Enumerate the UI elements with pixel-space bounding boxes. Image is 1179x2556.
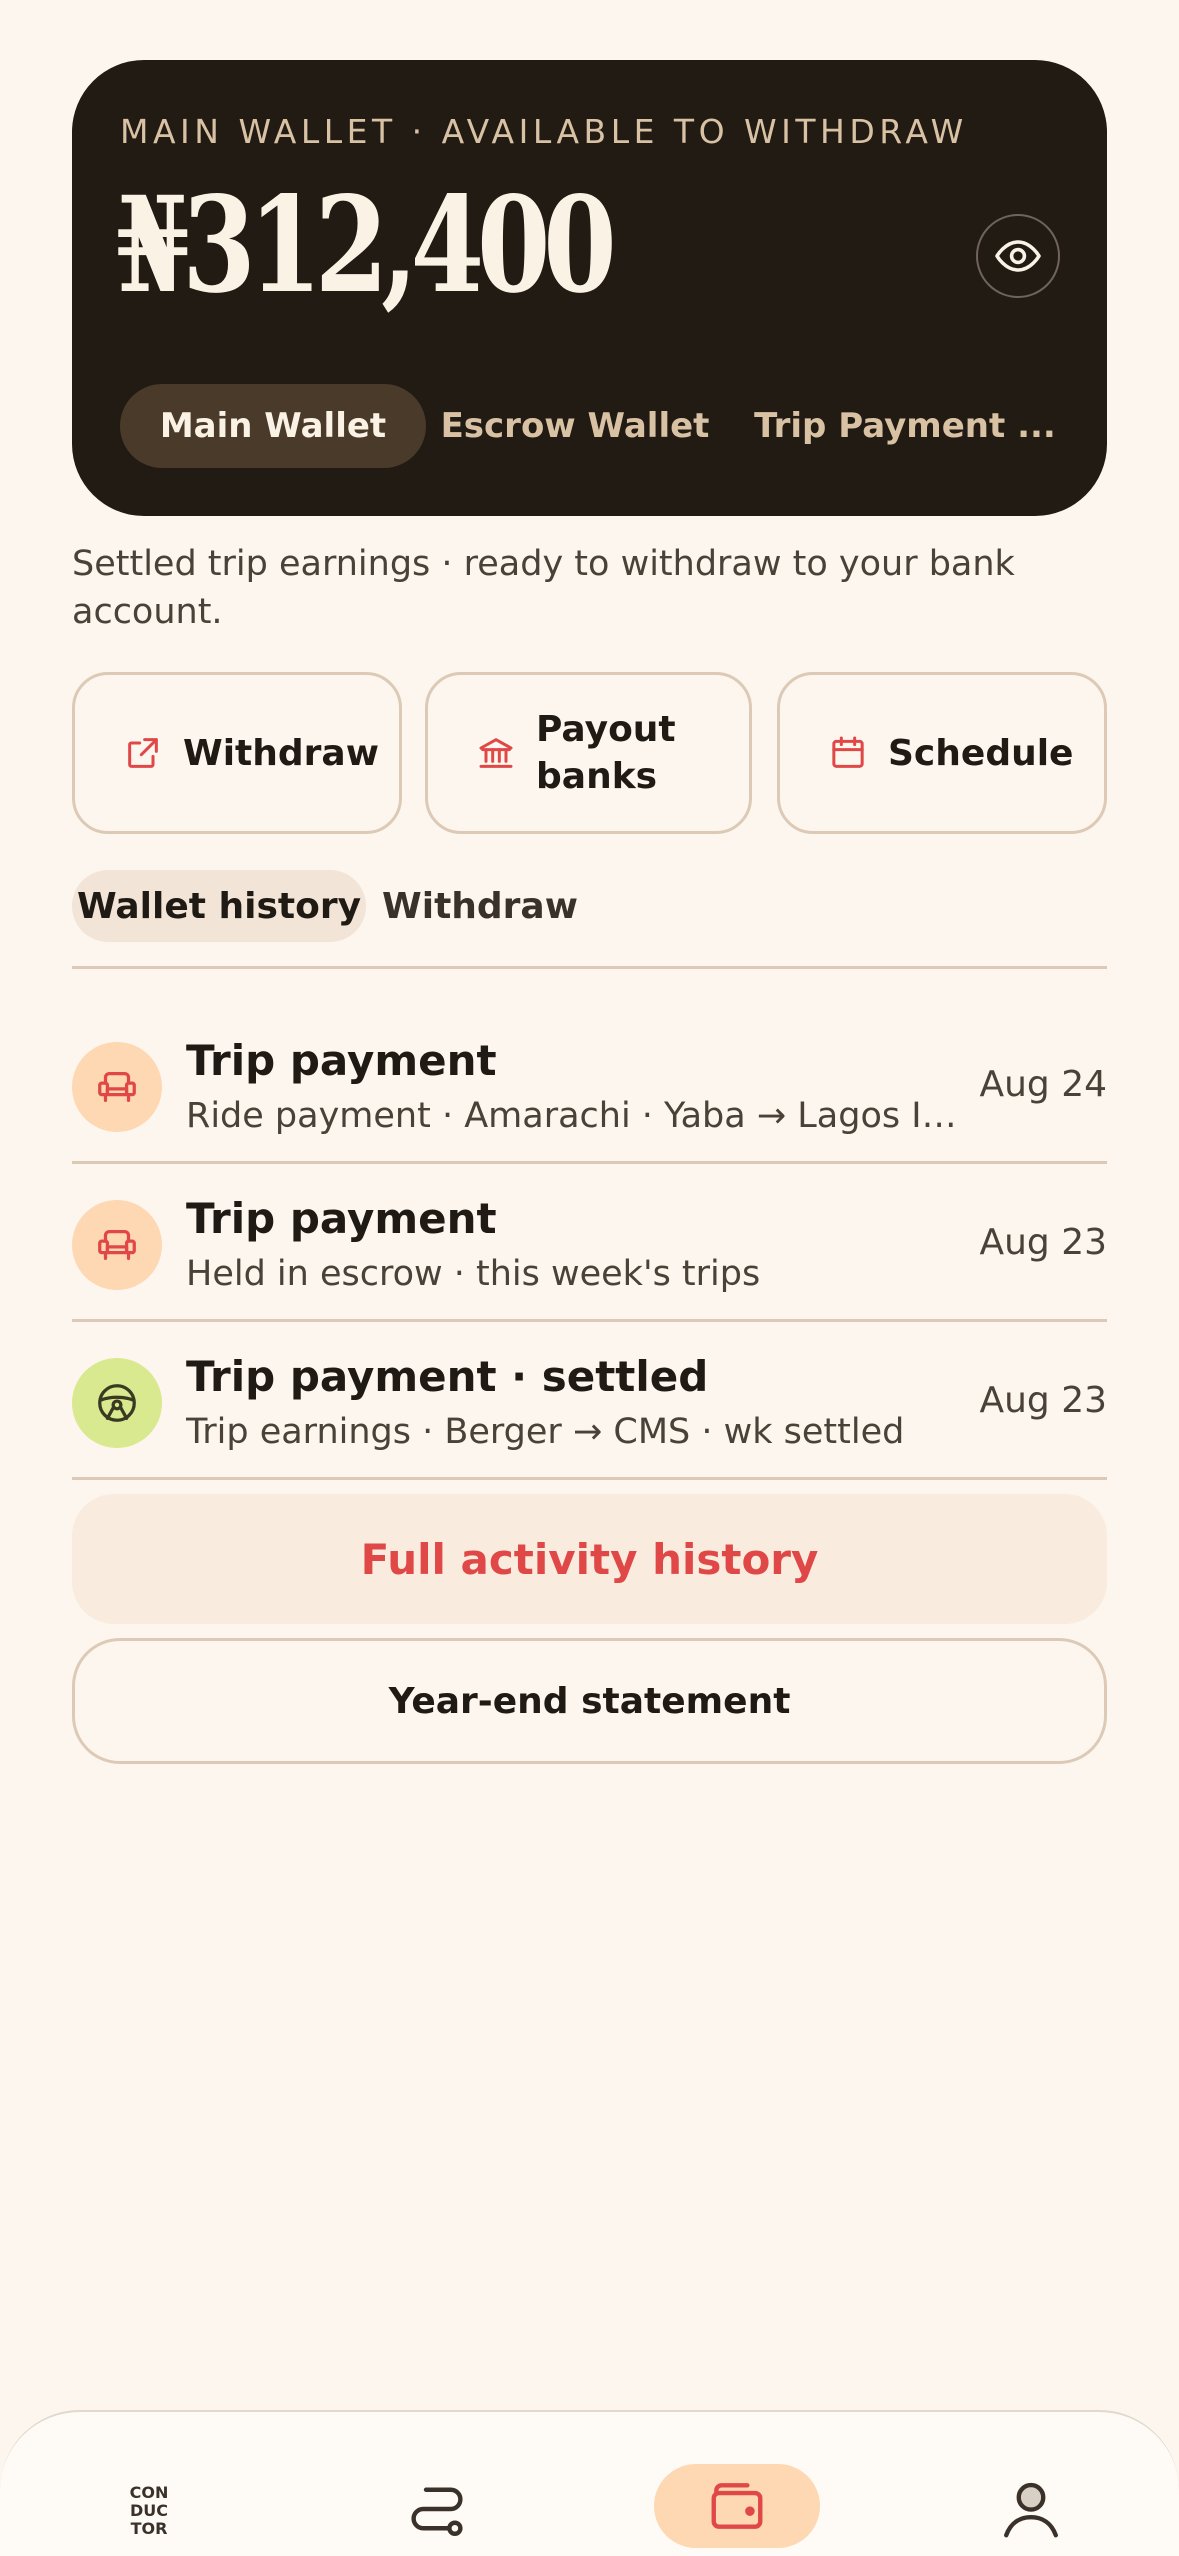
year-end-statement-button[interactable]: Year-end statement [72,1638,1107,1764]
transaction-title: Trip payment [186,1036,497,1085]
logo-text-line: TOR [131,2519,168,2538]
schedule-button[interactable]: Schedule [777,672,1107,834]
route-icon [411,2487,463,2536]
transaction-row[interactable]: Trip payment · settled Trip earnings · B… [72,1322,1107,1480]
transaction-avatar [72,1358,162,1448]
toggle-balance-button[interactable] [976,214,1060,298]
wallet-card: MAIN WALLET · AVAILABLE TO WITHDRAW ₦312… [72,60,1107,516]
full-activity-history-button[interactable]: Full activity history [72,1494,1107,1624]
payout-banks-button[interactable]: Payout banks [425,672,752,834]
bank-icon [479,738,513,768]
schedule-label: Schedule [888,732,1074,774]
transaction-avatar [72,1200,162,1290]
transaction-date: Aug 24 [979,1064,1107,1105]
history-divider [72,966,1107,969]
nav-wallet[interactable] [654,2464,820,2548]
steering-wheel-icon [98,1384,136,1422]
transaction-row[interactable]: Trip payment Held in escrow · this week'… [72,1164,1107,1322]
tab-withdraw[interactable]: Withdraw [380,870,580,942]
tab-main-wallet[interactable]: Main Wallet [120,384,426,468]
tab-wallet-history[interactable]: Wallet history [72,870,366,942]
nav-routes[interactable] [392,2464,482,2554]
transaction-date: Aug 23 [979,1380,1107,1421]
withdraw-label: Withdraw [183,732,379,774]
bottom-nav: CON DUC TOR [0,2410,1179,2556]
wallet-balance: ₦312,400 [116,168,617,323]
external-link-icon [128,738,158,768]
transaction-row[interactable]: Trip payment Ride payment · Amarachi · Y… [72,1006,1107,1164]
transaction-title: Trip payment · settled [186,1352,709,1401]
transaction-description: Trip earnings · Berger → CMS · wk settle… [186,1412,905,1452]
nav-home[interactable]: CON DUC TOR [104,2464,194,2554]
calendar-icon [832,736,864,768]
transaction-date: Aug 23 [979,1222,1107,1263]
nav-profile[interactable] [986,2464,1076,2554]
wallet-icon [711,2483,763,2529]
transaction-avatar [72,1042,162,1132]
transaction-title: Trip payment [186,1194,497,1243]
tab-trip-payment[interactable]: Trip Payment ... [730,384,1080,468]
withdraw-button[interactable]: Withdraw [72,672,402,834]
transaction-description: Ride payment · Amarachi · Yaba → Lagos I… [186,1096,966,1136]
transaction-description: Held in escrow · this week's trips [186,1254,761,1294]
logo-text-line: CON [130,2483,169,2502]
logo-text-line: DUC [130,2501,168,2520]
wallet-tabs: Main Wallet Escrow Wallet Trip Payment .… [120,384,1080,468]
wallet-eyebrow: MAIN WALLET · AVAILABLE TO WITHDRAW [120,112,968,151]
logo-icon: CON DUC TOR [130,2483,169,2538]
profile-icon [1004,2482,1058,2538]
seat-icon [98,1229,136,1261]
payout-banks-label: Payout banks [536,709,676,797]
wallet-description: Settled trip earnings · ready to withdra… [72,544,1015,632]
seat-icon [98,1071,136,1103]
tab-escrow-wallet[interactable]: Escrow Wallet [440,384,710,468]
eye-icon [995,240,1041,272]
